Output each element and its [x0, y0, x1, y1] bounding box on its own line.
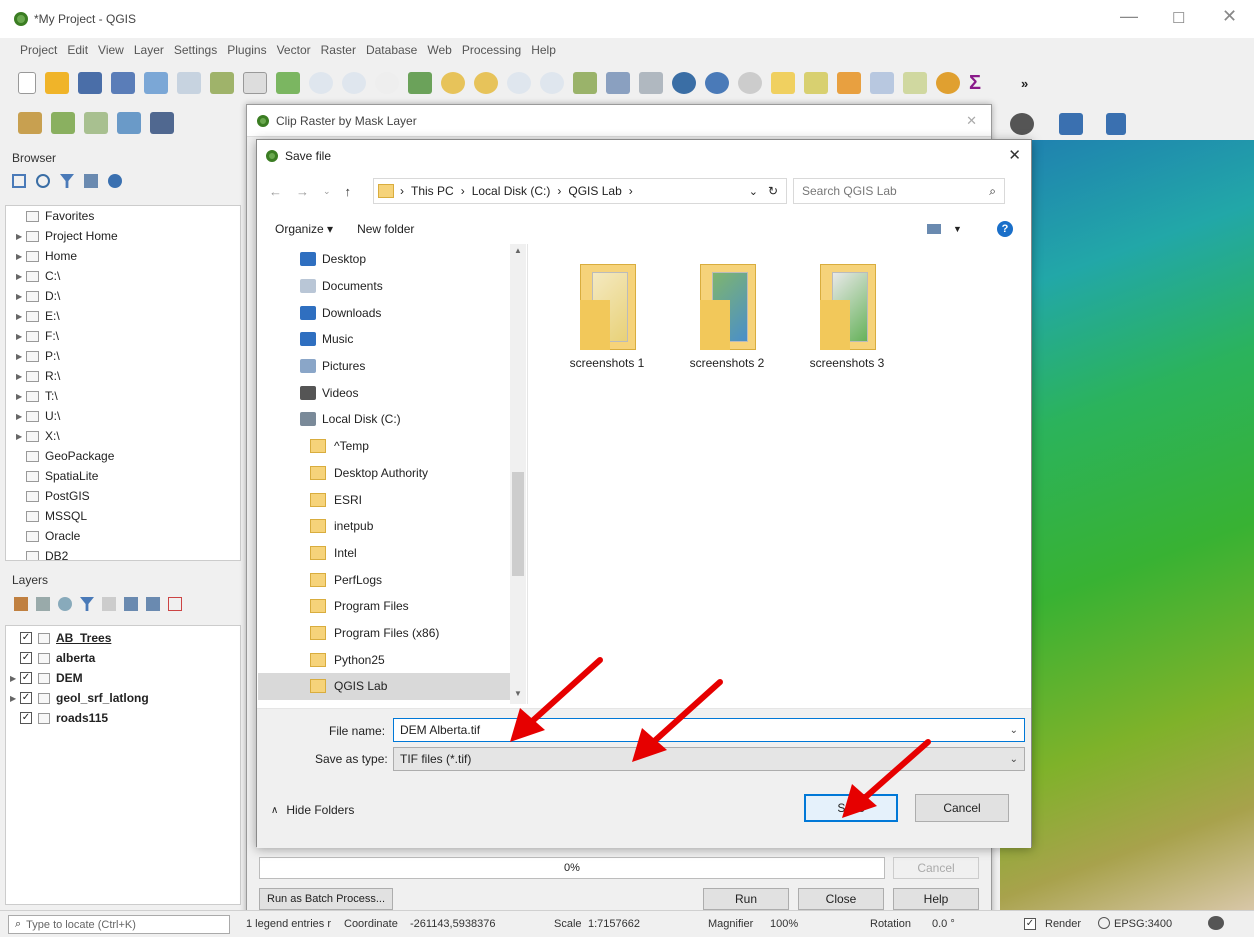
coordinate-value[interactable]: -261143,5938376 [410, 918, 495, 930]
scale-label: Scale [554, 918, 582, 930]
annotation-arrows [510, 657, 931, 818]
locator-bar[interactable]: ⌕ Type to locate (Ctrl+K) [8, 915, 230, 934]
crs-text[interactable]: EPSG:3400 [1114, 918, 1172, 930]
legend-entries-text: 1 legend entries r [246, 918, 331, 930]
arrow-to-save-button [857, 739, 931, 805]
locator-search-icon: ⌕ [15, 918, 22, 930]
render-label: Render [1045, 918, 1082, 930]
scale-value[interactable]: 1:7157662 [588, 918, 640, 930]
messages-icon[interactable] [1208, 916, 1224, 930]
locator-input[interactable]: Type to locate (Ctrl+K) [26, 919, 136, 931]
rotation-label: Rotation [870, 918, 911, 930]
magnifier-label: Magnifier [708, 918, 754, 930]
arrow-to-save-type [647, 679, 723, 748]
coordinate-label: Coordinate [344, 918, 398, 930]
globe-icon[interactable] [1098, 917, 1110, 929]
magnifier-value[interactable]: 100% [770, 918, 798, 930]
render-checkbox[interactable]: ✓ [1024, 918, 1036, 930]
status-bar: ⌕ Type to locate (Ctrl+K) 1 legend entri… [0, 910, 1254, 937]
rotation-value[interactable]: 0.0 ° [932, 918, 955, 930]
arrow-to-file-name [525, 657, 603, 728]
